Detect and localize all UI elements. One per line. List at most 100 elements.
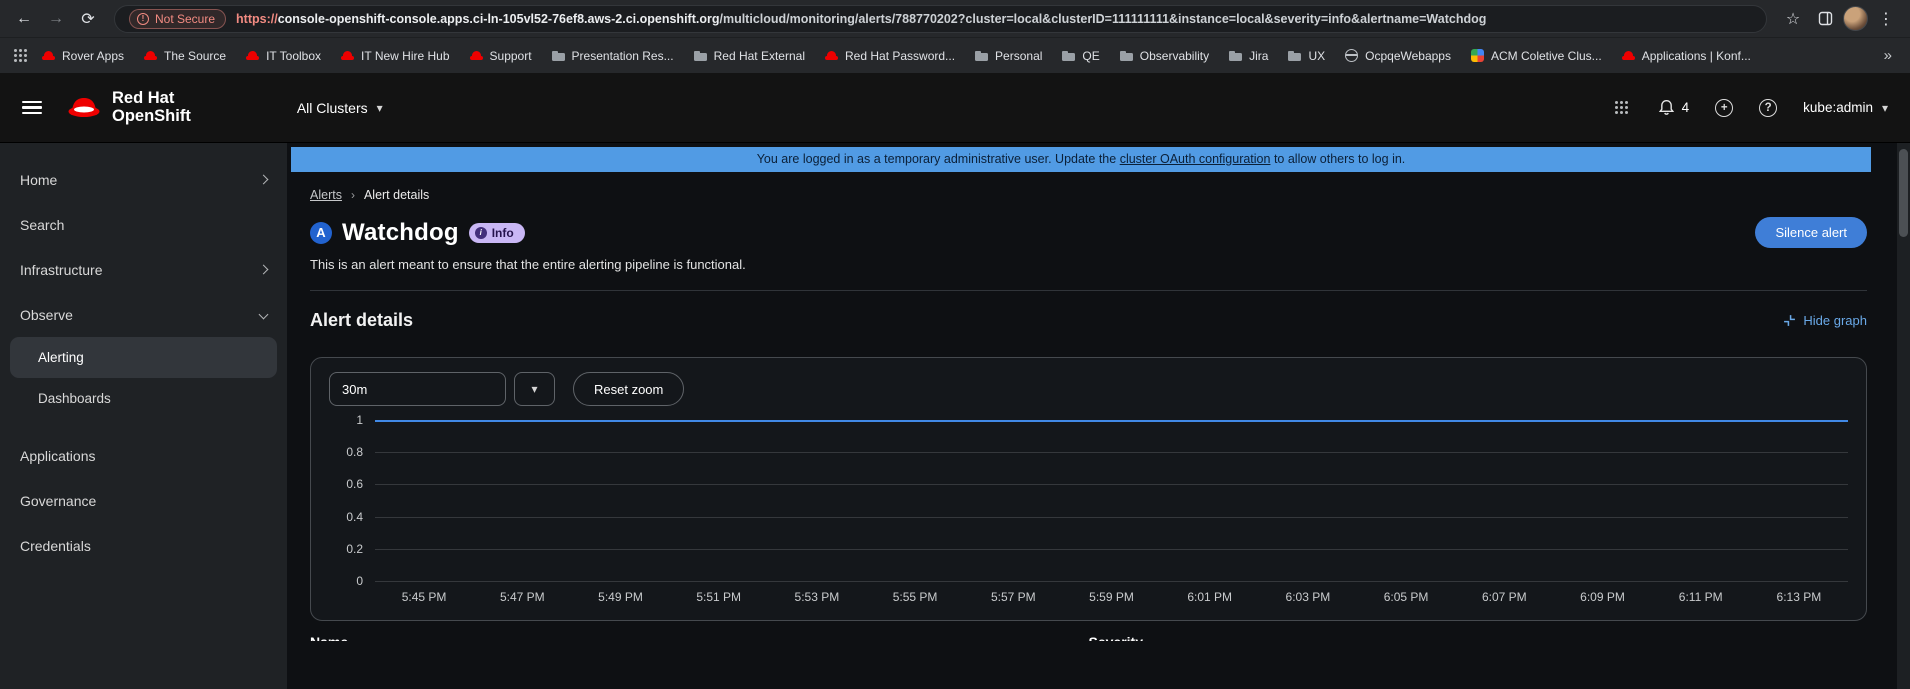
reload-icon[interactable]: ⟳ xyxy=(74,5,102,33)
sidebar-item-credentials[interactable]: Credentials xyxy=(0,523,287,568)
alert-chart: 1 0.8 0.6 0.4 0.2 0 xyxy=(329,413,1848,588)
bookmark-item[interactable]: QE xyxy=(1053,45,1108,67)
chart-gridline xyxy=(375,548,1848,550)
chevron-right-icon xyxy=(258,264,269,275)
chart-x-tick-label: 5:59 PM xyxy=(1089,590,1134,604)
redhat-icon xyxy=(341,49,355,62)
tab-panel-glyph xyxy=(1818,11,1832,26)
chart-x-tick-label: 5:47 PM xyxy=(499,590,545,604)
page-scrollbar[interactable] xyxy=(1897,143,1910,689)
globe-icon xyxy=(1345,49,1359,62)
not-secure-label: Not Secure xyxy=(155,11,216,26)
hamburger-menu-icon[interactable] xyxy=(22,100,42,115)
bookmark-item[interactable]: IT Toolbox xyxy=(237,45,330,67)
hide-graph-label: Hide graph xyxy=(1803,313,1867,328)
bookmark-label: ACM Coletive Clus... xyxy=(1490,48,1602,63)
sidebar-item-alerting[interactable]: Alerting xyxy=(10,337,277,378)
hide-graph-link[interactable]: Hide graph xyxy=(1783,313,1867,328)
redhat-icon xyxy=(42,49,55,62)
redhat-icon xyxy=(825,49,838,62)
browser-tab-panel-icon[interactable] xyxy=(1811,5,1839,33)
app-launcher-icon[interactable] xyxy=(1611,97,1632,118)
chart-y-tick-label: 0.2 xyxy=(346,541,363,556)
sidebar-item-label: Dashboards xyxy=(38,391,111,406)
bookmark-item[interactable]: Rover Apps xyxy=(33,45,133,67)
chart-x-tick-label: 5:53 PM xyxy=(794,590,840,604)
chart-x-tick-label: 6:01 PM xyxy=(1187,590,1233,604)
chart-y-tick-label: 0.6 xyxy=(346,477,363,492)
detail-label-severity: Severity xyxy=(1089,634,1143,641)
add-plus-icon[interactable]: + xyxy=(1715,98,1734,117)
sidebar-item-search[interactable]: Search xyxy=(0,202,287,247)
browser-menu-kebab-icon[interactable]: ⋮ xyxy=(1872,5,1900,33)
sidebar-item-label: Applications xyxy=(20,447,96,464)
sidebar-item-applications[interactable]: Applications xyxy=(0,433,287,478)
chevron-right-icon xyxy=(258,174,269,185)
warning-icon: ! xyxy=(137,12,149,25)
back-icon[interactable]: ← xyxy=(10,5,38,33)
time-range-dropdown-toggle[interactable]: ▾ xyxy=(514,372,555,406)
chart-x-tick-label: 5:55 PM xyxy=(892,590,938,604)
silence-alert-button[interactable]: Silence alert xyxy=(1755,217,1867,248)
time-range-input[interactable]: 30m xyxy=(329,372,506,406)
bookmark-label: IT New Hire Hub xyxy=(361,48,450,63)
sidebar-item-home[interactable]: Home xyxy=(0,157,287,202)
alert-description: This is an alert meant to ensure that th… xyxy=(310,257,746,272)
url-bar[interactable]: ! Not Secure https://console-openshift-c… xyxy=(114,4,1767,33)
chevron-down-icon xyxy=(258,309,269,320)
bookmark-star-icon[interactable]: ☆ xyxy=(1779,5,1807,33)
bookmark-item[interactable]: Personal xyxy=(966,45,1051,67)
bookmark-item[interactable]: OcpqeWebapps xyxy=(1336,45,1460,67)
apps-grid-icon[interactable] xyxy=(10,45,31,66)
bookmark-item[interactable]: Support xyxy=(461,45,541,67)
bookmark-item[interactable]: UX xyxy=(1279,45,1334,67)
breadcrumb-current: Alert details xyxy=(363,188,430,202)
masthead: Red Hat OpenShift All Clusters ▾ 4 + ? k… xyxy=(0,73,1910,143)
reset-zoom-button[interactable]: Reset zoom xyxy=(573,372,685,406)
url-scheme: https xyxy=(236,11,267,26)
sidebar-item-observe[interactable]: Observe xyxy=(0,292,287,337)
bookmark-item[interactable]: Applications | Konf... xyxy=(1613,45,1760,67)
oauth-configuration-link[interactable]: cluster OAuth configuration xyxy=(1120,152,1271,166)
redhat-openshift-logo: Red Hat OpenShift xyxy=(66,89,191,126)
url-separator: :// xyxy=(266,11,278,26)
chart-y-tick-label: 0 xyxy=(356,574,363,588)
chart-x-tick-label: 5:51 PM xyxy=(696,590,742,604)
bookmark-item[interactable]: ACM Coletive Clus... xyxy=(1462,45,1611,67)
bookmark-item[interactable]: IT New Hire Hub xyxy=(332,45,458,67)
sidebar-item-label: Alerting xyxy=(38,350,84,365)
folder-icon xyxy=(551,49,565,62)
chart-y-tick-label: 1 xyxy=(356,413,363,427)
chart-series-line xyxy=(375,420,1848,422)
not-secure-badge[interactable]: ! Not Secure xyxy=(129,8,227,29)
divider xyxy=(310,290,1867,291)
bookmark-item[interactable]: Jira xyxy=(1220,45,1277,67)
page-title: Watchdog xyxy=(342,218,459,246)
scrollbar-thumb[interactable] xyxy=(1899,149,1908,237)
chart-y-axis: 1 0.8 0.6 0.4 0.2 0 xyxy=(329,413,375,588)
bookmark-label: The Source xyxy=(164,48,227,63)
sidebar-item-infrastructure[interactable]: Infrastructure xyxy=(0,247,287,292)
chart-x-tick-label: 5:45 PM xyxy=(401,590,447,604)
bookmark-item[interactable]: The Source xyxy=(135,45,235,67)
bell-icon xyxy=(1658,100,1674,115)
sidebar-item-dashboards[interactable]: Dashboards xyxy=(0,378,287,419)
sidebar-item-governance[interactable]: Governance xyxy=(0,478,287,523)
forward-icon[interactable]: → xyxy=(42,5,70,33)
bookmark-item[interactable]: Red Hat Password... xyxy=(816,45,964,67)
cluster-selector-dropdown[interactable]: All Clusters ▾ xyxy=(297,100,383,116)
browser-profile-avatar[interactable] xyxy=(1843,6,1868,31)
bookmark-label: Observability xyxy=(1139,48,1210,63)
bookmarks-overflow-icon[interactable]: » xyxy=(1876,47,1900,64)
bookmark-item[interactable]: Red Hat External xyxy=(685,45,814,67)
sidebar-item-label: Home xyxy=(20,171,58,188)
notifications-bell[interactable]: 4 xyxy=(1658,99,1689,116)
help-icon[interactable]: ? xyxy=(1759,98,1778,117)
bookmark-item[interactable]: Observability xyxy=(1111,45,1218,67)
chart-x-tick-label: 5:49 PM xyxy=(598,590,643,604)
bookmark-item[interactable]: Presentation Res... xyxy=(543,45,683,67)
breadcrumb-alerts-link[interactable]: Alerts xyxy=(310,188,342,202)
chevron-down-icon: ▾ xyxy=(531,382,538,396)
site-icon xyxy=(1470,49,1484,62)
user-menu-dropdown[interactable]: kube:admin ▾ xyxy=(1803,100,1888,115)
